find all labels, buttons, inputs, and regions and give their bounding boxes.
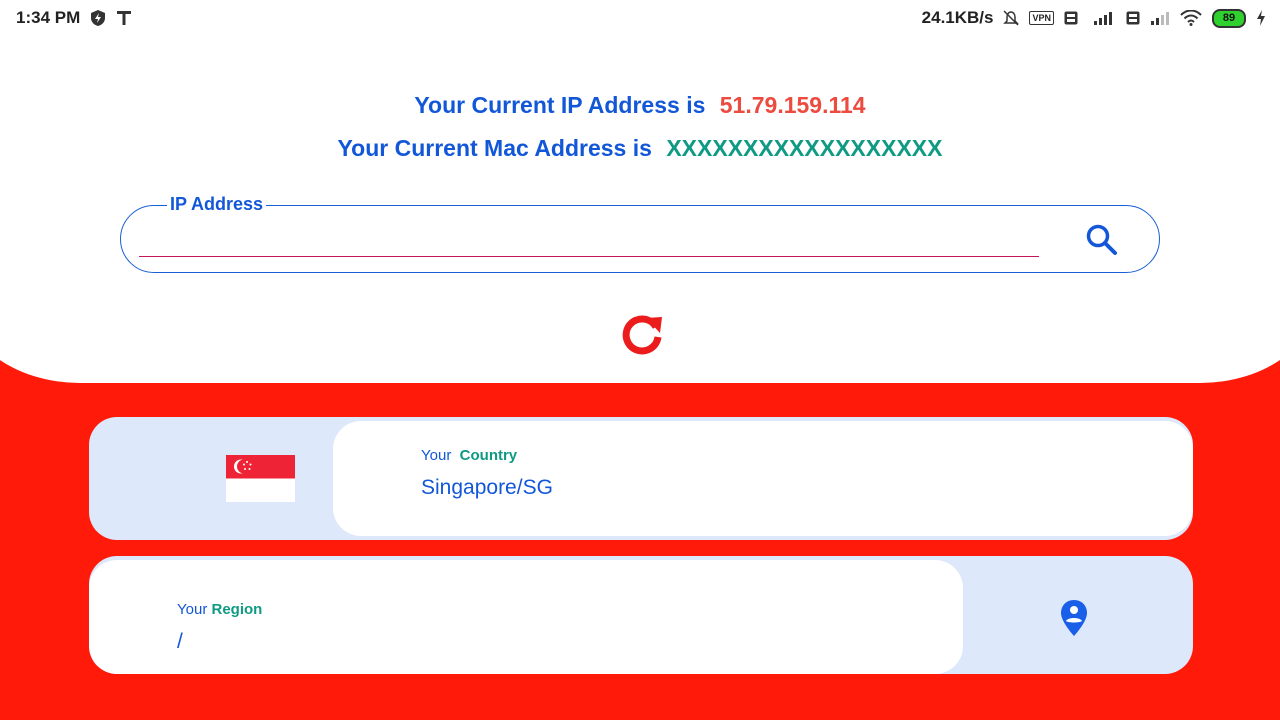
current-ip-value: 51.79.159.114 [719, 92, 866, 118]
region-value: / [177, 630, 183, 653]
region-label-prefix: Your [177, 601, 208, 618]
current-ip-label: Your Current IP Address is [414, 92, 706, 118]
country-card: Your Country Singapore/SG [89, 417, 1193, 540]
network-speed: 24.1KB/s [921, 8, 994, 27]
ip-address-field-label: IP Address [167, 194, 267, 215]
refresh-button[interactable] [618, 309, 666, 357]
shield-icon [90, 9, 106, 27]
country-label-accent: Country [459, 447, 518, 464]
ip-address-field: IP Address [120, 194, 1160, 273]
refresh-icon [622, 315, 662, 355]
status-bar: 1:34 PM 24.1KB/s VPN 89 [0, 0, 1280, 36]
signal-icon [1088, 10, 1116, 26]
location-pin-icon [1061, 600, 1087, 636]
search-button[interactable] [1085, 223, 1119, 257]
status-time: 1:34 PM [16, 8, 81, 27]
volte-icon [1064, 11, 1078, 25]
vpn-icon: VPN [1029, 11, 1054, 25]
status-bar-right: 24.1KB/s VPN 89 [922, 8, 1266, 28]
signal-icon-2 [1150, 10, 1170, 26]
wifi-icon [1180, 10, 1202, 26]
current-mac-label: Your Current Mac Address is [337, 135, 652, 161]
ip-address-input[interactable] [139, 220, 1039, 257]
current-mac-value: XXXXXXXXXXXXXXXXXX [666, 135, 943, 161]
region-label-accent: Region [211, 601, 263, 618]
country-label-prefix: Your [421, 447, 452, 464]
status-bar-left: 1:34 PM [16, 8, 132, 28]
bell-off-icon [1003, 9, 1020, 27]
current-ip-line: Your Current IP Address is 51.79.159.114 [0, 92, 1280, 119]
search-icon [1086, 224, 1117, 255]
current-mac-line: Your Current Mac Address is XXXXXXXXXXXX… [0, 135, 1280, 162]
region-card: Your Region / [89, 556, 1193, 674]
country-label: Your Country [421, 447, 517, 464]
singapore-flag-icon [226, 455, 295, 502]
battery-icon: 89 [1212, 8, 1246, 28]
country-info-panel: Your Country Singapore/SG [333, 421, 1193, 536]
main-content: Your Current IP Address is 51.79.159.114… [0, 0, 1280, 720]
volte-icon-2 [1126, 11, 1140, 25]
country-value: Singapore/SG [421, 476, 553, 499]
t-icon [116, 10, 132, 26]
charging-icon [1256, 10, 1266, 26]
region-label: Your Region [177, 601, 262, 618]
region-info-panel: Your Region / [89, 560, 963, 674]
